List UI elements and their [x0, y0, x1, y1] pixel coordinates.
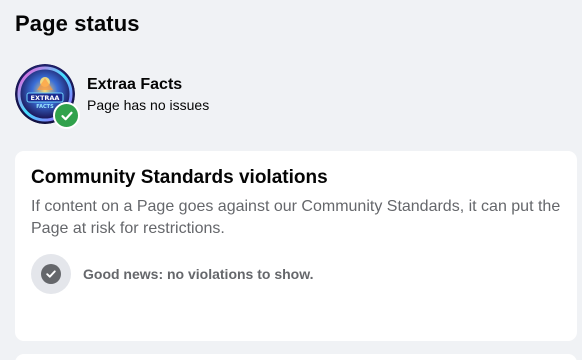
check-circle-icon	[53, 102, 80, 129]
page-title: Page status	[15, 11, 140, 36]
page-status-text: Page has no issues	[87, 97, 210, 113]
page-name[interactable]: Extraa Facts	[87, 75, 209, 94]
community-standards-card: Community Standards violations If conten…	[15, 151, 577, 341]
card-description: If content on a Page goes against our Co…	[31, 198, 561, 237]
svg-text:FACTS: FACTS	[36, 104, 54, 110]
page-status-screen: Page status EXTRAA FACTS Extraa Facts Pa…	[0, 0, 582, 360]
next-card	[15, 354, 577, 360]
page-profile: EXTRAA FACTS Extraa Facts Page has no is…	[15, 64, 209, 129]
check-circle-icon	[31, 254, 71, 294]
svg-text:EXTRAA: EXTRAA	[31, 94, 60, 102]
profile-info: Extraa Facts Page has no issues	[87, 75, 209, 114]
violations-status-text: Good news: no violations to show.	[83, 266, 314, 282]
violations-status: Good news: no violations to show.	[31, 254, 313, 294]
card-title: Community Standards violations	[31, 167, 328, 188]
avatar-container: EXTRAA FACTS	[15, 64, 80, 129]
